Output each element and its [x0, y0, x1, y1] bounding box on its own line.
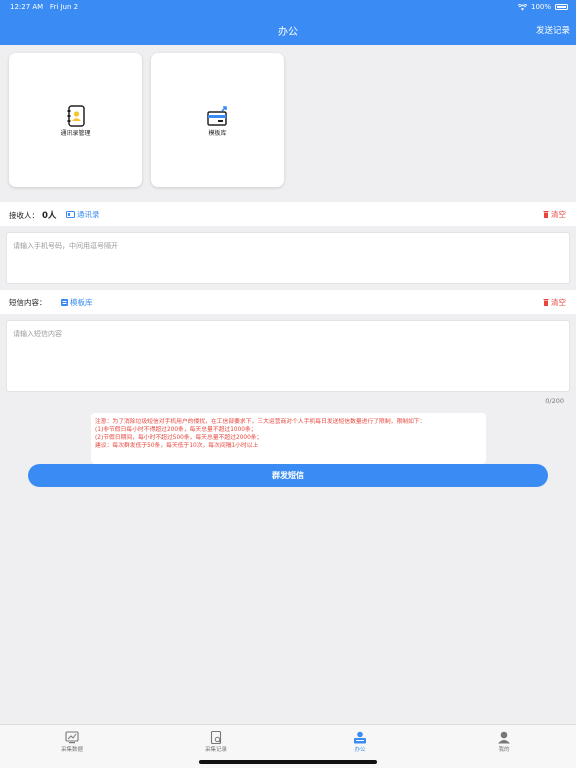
contacts-link[interactable]: 通讯录 — [66, 209, 100, 220]
tab-mine[interactable]: 我的 — [474, 731, 534, 753]
chart-icon — [65, 731, 79, 744]
notice-line: 注意：为了消除垃圾短信对手机用户的侵扰，在工信部要求下，三大运营商对个人手机每日… — [95, 419, 426, 425]
tile-address-book-label: 通讯录管理 — [60, 130, 91, 137]
sms-content-placeholder: 请输入短信内容 — [13, 330, 62, 338]
tile-address-book[interactable]: 通讯录管理 — [9, 53, 142, 187]
tile-template-library-label: 模板库 — [208, 130, 227, 137]
nav-bar: 办公 发送记录 — [0, 14, 576, 45]
notice-line: (1)非节假日每小时不得超过200条，每天总量不超过1000条； — [95, 427, 257, 433]
template-icon — [61, 299, 68, 306]
trash-icon — [543, 299, 549, 306]
page-title: 办公 — [278, 27, 298, 38]
character-counter: 0/200 — [545, 397, 564, 405]
profile-icon — [498, 731, 510, 744]
send-records-link[interactable]: 发送记录 — [536, 24, 570, 36]
battery-percent: 100% — [530, 3, 551, 11]
recipients-count: 0人 — [42, 211, 57, 221]
trash-icon — [543, 211, 549, 218]
tile-template-library[interactable]: 模板库 — [151, 53, 284, 187]
wifi-icon — [517, 3, 527, 10]
contacts-icon — [66, 211, 75, 218]
phone-numbers-input[interactable]: 请输入手机号码，中间用逗号隔开 — [6, 232, 570, 284]
clear-sms-button[interactable]: 清空 — [543, 297, 566, 308]
notice-line: (2)节假日期间，每小时不超过500条，每天总量不超过2000条； — [95, 435, 263, 441]
tab-office[interactable]: 办公 — [330, 731, 390, 753]
tab-collect-data[interactable]: 采集数据 — [42, 731, 102, 753]
office-icon — [354, 731, 366, 744]
battery-icon — [555, 4, 568, 10]
recipients-row: 接收人： 0人 通讯录 清空 — [0, 202, 576, 226]
record-icon — [210, 731, 222, 744]
notice-line: 建议：每次群发低于50条，每天低于10次，每次间隔1小时以上 — [95, 443, 259, 449]
sms-content-label: 短信内容： — [9, 298, 47, 307]
clear-recipients-button[interactable]: 清空 — [543, 209, 566, 220]
sms-limit-notice: 注意：为了消除垃圾短信对手机用户的侵扰，在工信部要求下，三大运营商对个人手机每日… — [91, 413, 486, 464]
template-library-icon — [206, 106, 227, 126]
status-time: 12:27 AM Fri Jun 2 — [10, 3, 79, 11]
status-bar: 12:27 AM Fri Jun 2 100% — [0, 0, 576, 14]
status-right: 100% — [517, 3, 568, 11]
sms-content-row: 短信内容： 模板库 清空 — [0, 290, 576, 314]
bulk-send-button[interactable]: 群发短信 — [28, 464, 548, 487]
sms-content-input[interactable]: 请输入短信内容 — [6, 320, 570, 392]
address-book-icon — [67, 105, 85, 127]
home-indicator — [199, 760, 377, 764]
tab-collect-records[interactable]: 采集记录 — [186, 731, 246, 753]
recipients-label: 接收人： 0人 — [9, 211, 57, 221]
phone-numbers-placeholder: 请输入手机号码，中间用逗号隔开 — [13, 242, 118, 250]
template-library-link[interactable]: 模板库 — [61, 297, 93, 308]
